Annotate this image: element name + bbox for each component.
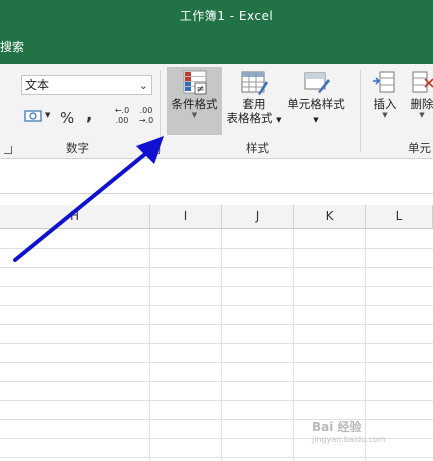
number-format-value: 文本 (25, 78, 50, 92)
delete-cells-icon (412, 71, 433, 93)
grid-line (0, 286, 433, 287)
comma-style-button[interactable]: , (86, 105, 92, 125)
accounting-format-button[interactable] (24, 109, 42, 127)
cell-styles-label: 单元格样式 ▼ (287, 97, 345, 124)
grid-line (0, 457, 433, 458)
column-header-k[interactable]: K (294, 205, 366, 228)
conditional-formatting-icon: ≠ (183, 70, 206, 95)
grid-line (0, 248, 433, 249)
chevron-down-icon: ▼ (382, 111, 388, 119)
chevron-down-icon: ▼ (313, 116, 319, 124)
grid-line (0, 305, 433, 306)
cell-styles-button[interactable]: 单元格样式 ▼ (285, 67, 347, 135)
grid-line (0, 381, 433, 382)
delete-label: 删除 (410, 97, 433, 111)
currency-icon (24, 110, 42, 122)
grid-line (221, 228, 222, 461)
grid-line (0, 324, 433, 325)
formula-bar-area[interactable] (0, 159, 433, 194)
grid-line (293, 228, 294, 461)
column-header-j[interactable]: J (222, 205, 294, 228)
tab-search[interactable]: 搜索 (0, 38, 24, 55)
grid-line (0, 343, 433, 344)
grid-line (0, 400, 433, 401)
chevron-down-icon: ⌄ (138, 79, 148, 92)
insert-button[interactable]: 插入 ▼ (366, 67, 404, 135)
grid-line (0, 267, 433, 268)
chevron-down-icon: ▼ (191, 111, 198, 119)
dialog-launcher-icon[interactable] (152, 146, 160, 154)
chevron-down-icon: ▼ (419, 111, 425, 119)
cell-styles-icon (304, 72, 330, 93)
group-divider (360, 70, 361, 152)
column-header-l[interactable]: L (366, 205, 433, 228)
chevron-down-icon: ▼ (276, 116, 282, 124)
conditional-formatting-button[interactable]: ≠ 条件格式 ▼ (167, 67, 222, 135)
grid-line (0, 362, 433, 363)
window-title: 工作簿1 - Excel (179, 9, 274, 23)
column-header-h[interactable]: H (0, 205, 150, 228)
svg-text:≠: ≠ (196, 84, 204, 95)
group-label-styles: 样式 (246, 141, 269, 155)
format-as-table-button[interactable]: 套用 表格格式 ▼ (224, 67, 284, 135)
format-as-table-icon (241, 71, 268, 95)
watermark-logo: Bai 经验 jingyan.baidu.com (312, 420, 386, 444)
group-divider (160, 70, 161, 152)
ribbon: 文本 ⌄ ▼ % , ←.0 .00 .00 →.0 数字 ≠ 条件格式 ▼ 套… (0, 64, 433, 159)
decrease-decimal-button[interactable]: .00 →.0 (135, 106, 157, 126)
column-header-i[interactable]: I (150, 205, 222, 228)
group-label-cells: 单元 (408, 141, 431, 155)
insert-label: 插入 (373, 97, 397, 111)
increase-decimal-button[interactable]: ←.0 .00 (111, 106, 133, 126)
format-as-table-label-1: 套用 (242, 97, 266, 111)
title-bar: 工作簿1 - Excel 搜索 (0, 0, 433, 64)
chevron-down-icon[interactable]: ▼ (45, 111, 50, 119)
number-format-dropdown[interactable]: 文本 ⌄ (21, 75, 152, 95)
delete-button[interactable]: 删除 ▼ (407, 67, 433, 135)
grid-line (149, 228, 150, 461)
format-as-table-label-2: 表格格式 ▼ (226, 111, 282, 125)
group-label-number: 数字 (66, 141, 89, 155)
percent-button[interactable]: % (60, 109, 74, 127)
dialog-launcher-icon[interactable] (4, 146, 12, 154)
conditional-formatting-label: 条件格式 (171, 97, 218, 111)
insert-cells-icon (373, 71, 395, 93)
